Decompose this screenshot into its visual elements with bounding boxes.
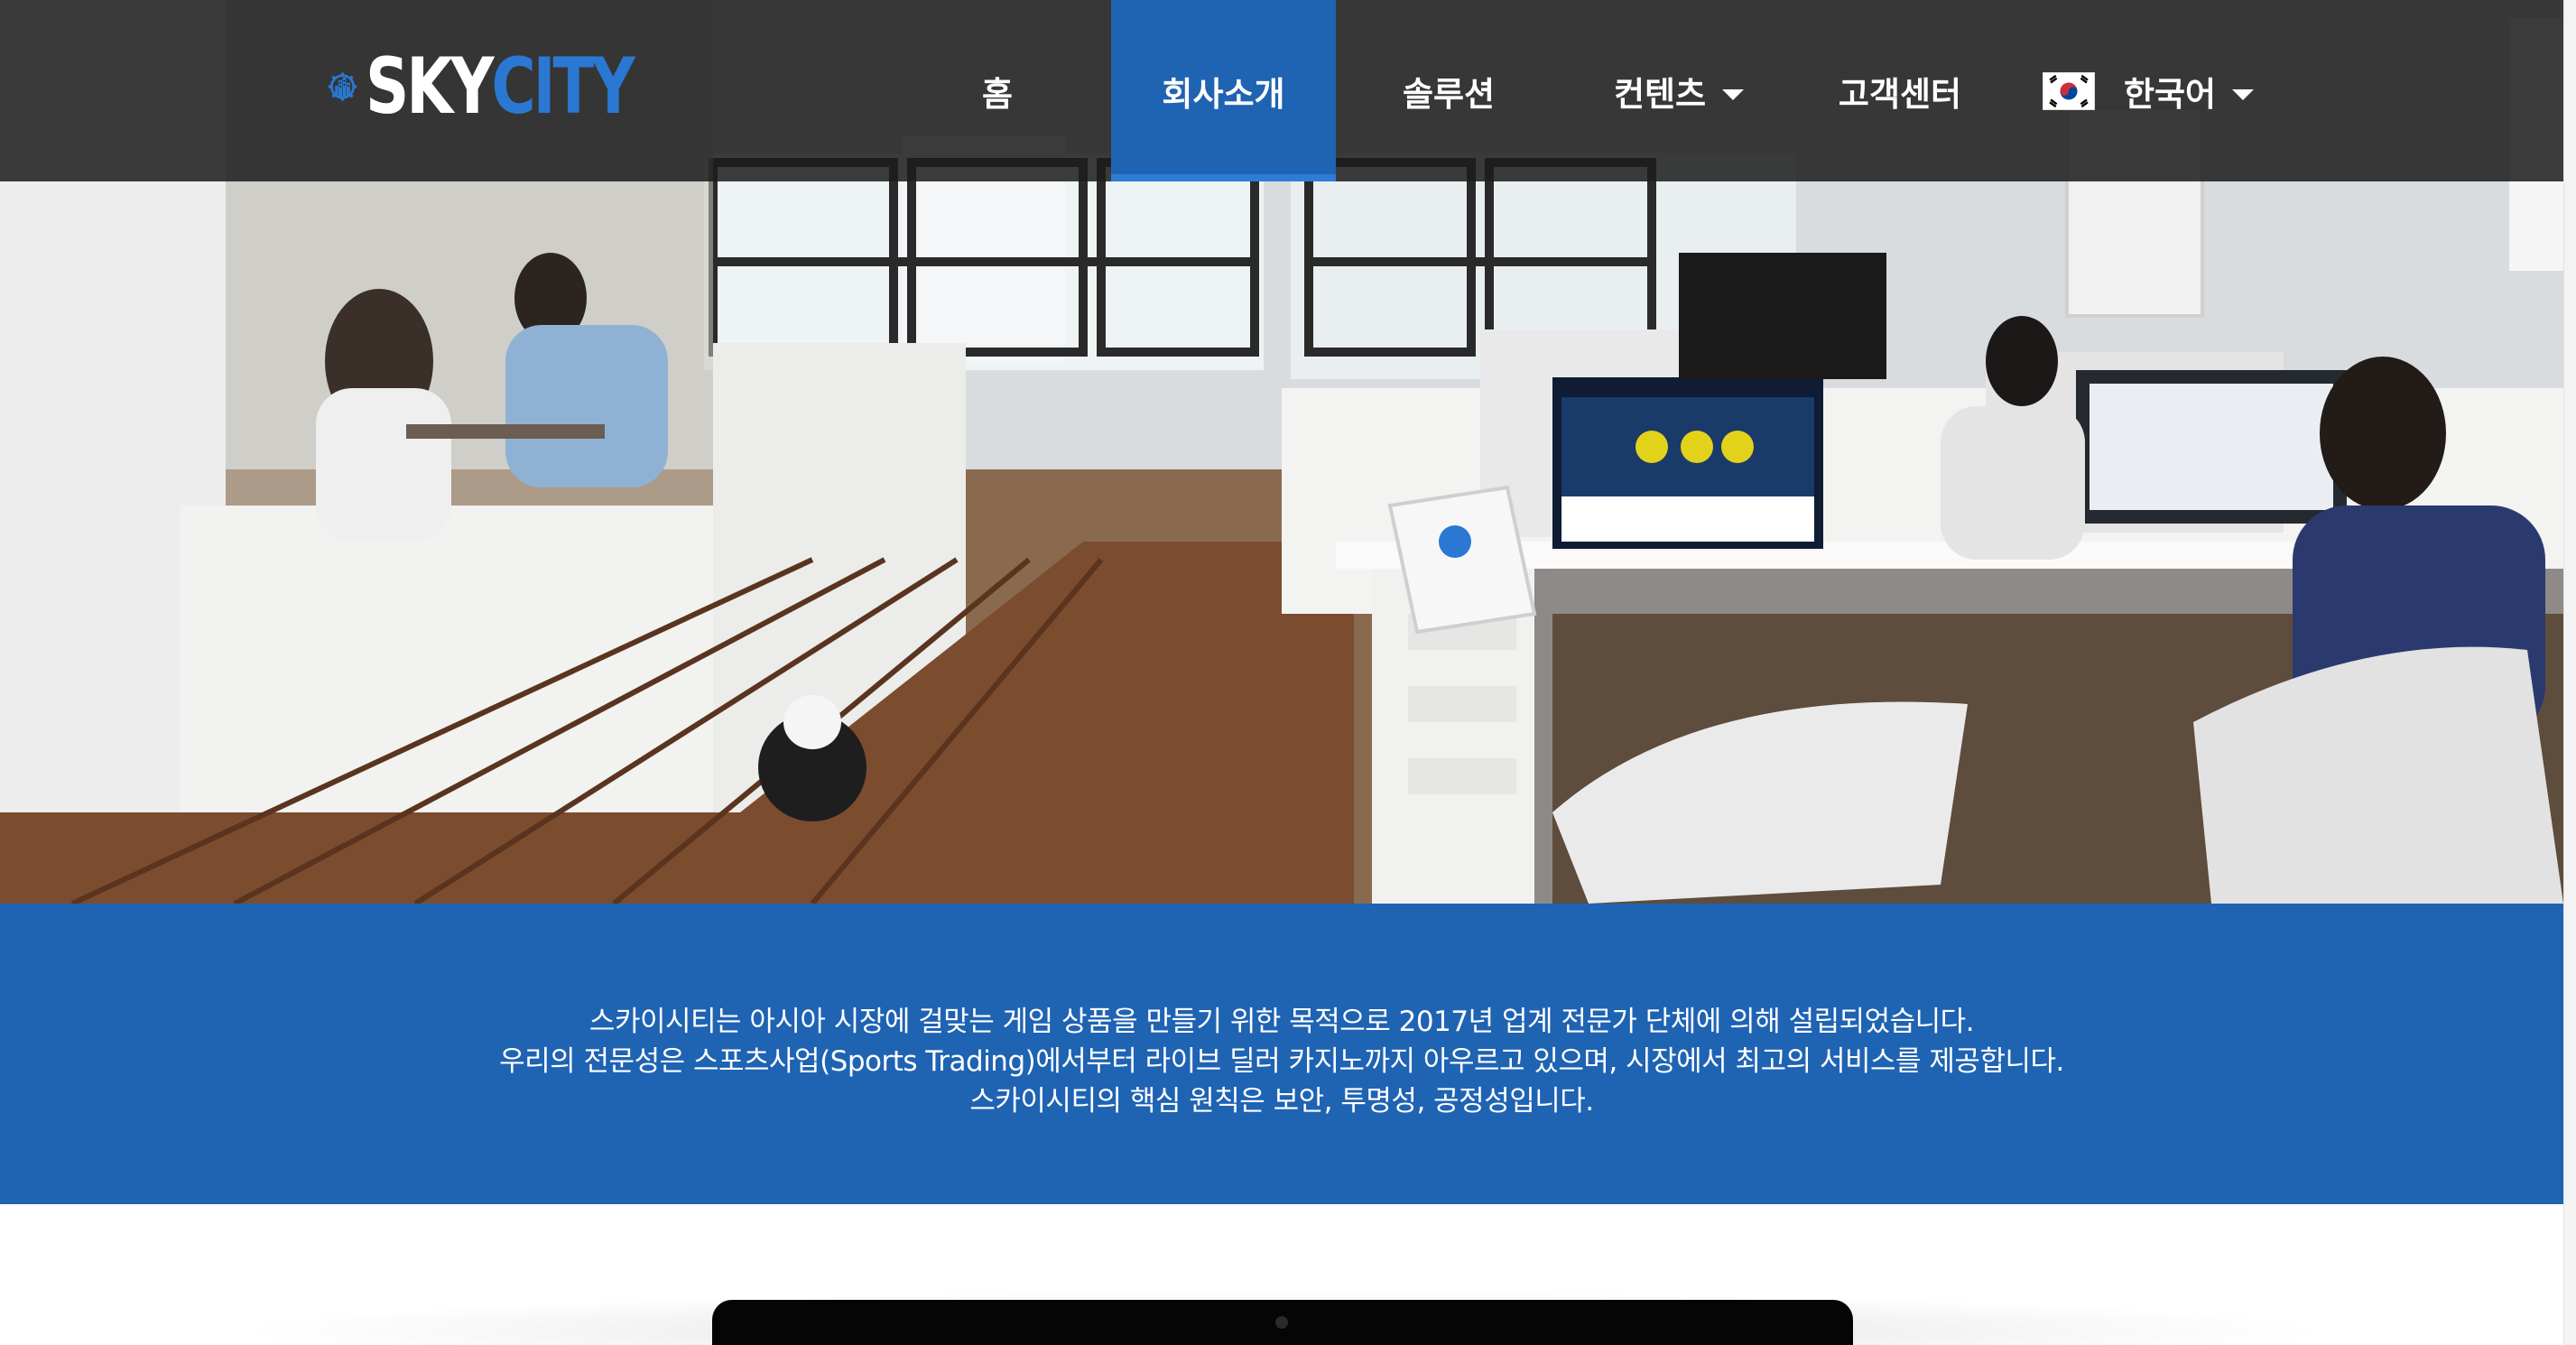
page-scrollbar[interactable] [2563, 0, 2576, 1345]
chevron-down-icon [2232, 88, 2255, 100]
top-navigation-bar: SKY CITY 홈 회사소개 솔루션 컨텐츠 고객센터 한국어 [0, 0, 2563, 181]
nav-item-label: 컨텐츠 [1613, 74, 1707, 114]
intro-line-2: 우리의 전문성은 스포츠사업(Sports Trading)에서부터 라이브 딜… [499, 1044, 2064, 1078]
nav-item-label: 홈 [981, 74, 1014, 114]
main-menu: 홈 회사소개 솔루션 컨텐츠 고객센터 한국어 [0, 0, 2563, 181]
intro-line-3: 스카이시티의 핵심 원칙은 보안, 투명성, 공정성입니다. [969, 1084, 1594, 1118]
nav-item-contents[interactable]: 컨텐츠 [1589, 0, 1769, 181]
language-selector[interactable]: 한국어 [2031, 0, 2266, 181]
nav-item-home[interactable]: 홈 [939, 0, 1056, 181]
nav-item-about[interactable]: 회사소개 [1111, 0, 1336, 181]
company-intro-section: 스카이시티는 아시아 시장에 걸맞는 게임 상품을 만들기 위한 목적으로 20… [0, 904, 2563, 1204]
nav-item-label: 솔루션 [1402, 74, 1496, 114]
nav-item-label: 회사소개 [1162, 74, 1285, 114]
camera-icon [1275, 1316, 1288, 1329]
nav-item-label: 고객센터 [1838, 74, 1962, 114]
chevron-down-icon [1722, 88, 1745, 100]
korea-flag-icon [2042, 71, 2095, 110]
nav-item-solutions[interactable]: 솔루션 [1363, 0, 1534, 181]
nav-item-support[interactable]: 고객센터 [1823, 0, 1977, 181]
laptop-mockup [712, 1300, 1853, 1345]
intro-line-1: 스카이시티는 아시아 시장에 걸맞는 게임 상품을 만들기 위한 목적으로 20… [588, 1005, 1975, 1038]
language-label: 한국어 [2123, 74, 2217, 114]
